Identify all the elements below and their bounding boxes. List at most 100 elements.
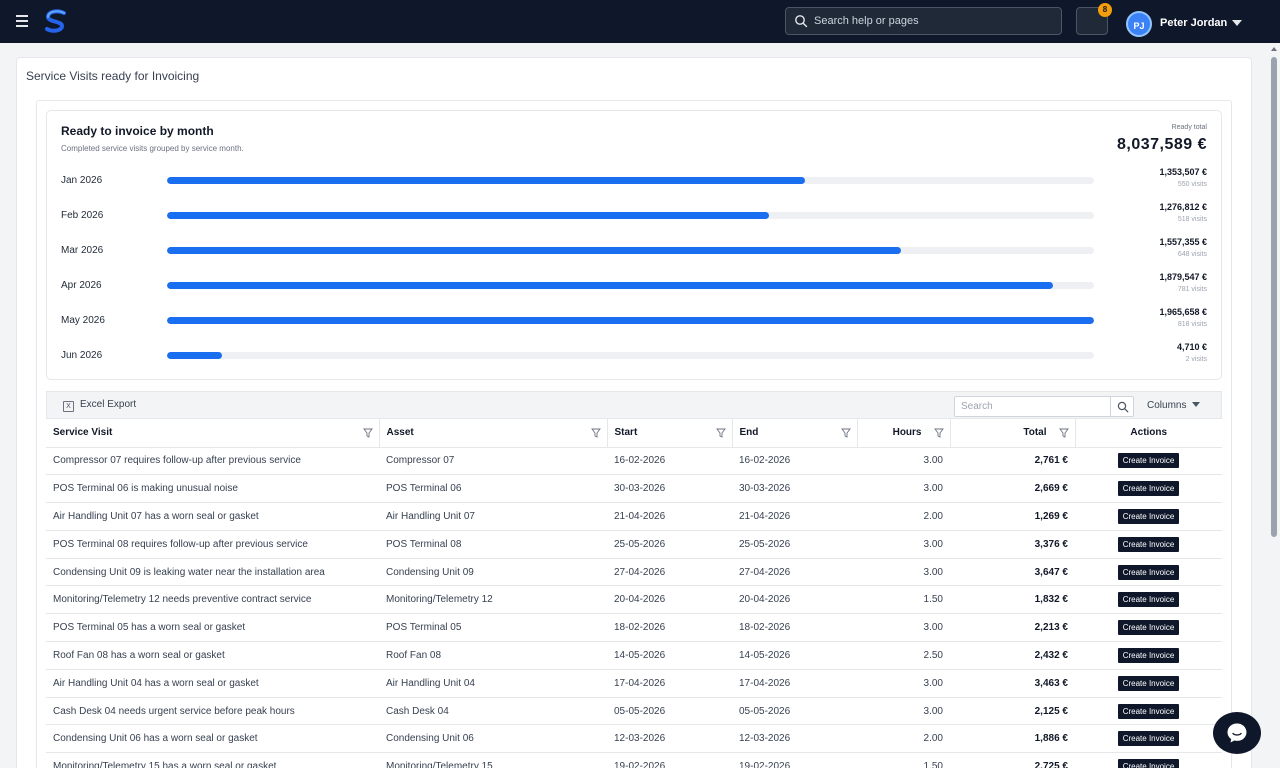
- columns-label: Columns: [1147, 400, 1187, 411]
- cell-total: 2,125 €: [950, 697, 1075, 726]
- cell-start: 27-04-2026: [607, 558, 732, 587]
- bar-visits-label: 648 visits: [1177, 251, 1207, 258]
- bar-row: Jun 2026 4,710 € 2 visits: [61, 342, 1207, 379]
- create-invoice-button[interactable]: Create Invoice: [1117, 453, 1180, 469]
- filter-icon[interactable]: [715, 428, 726, 438]
- chart-title: Ready to invoice by month: [61, 124, 214, 138]
- cell-actions: Create Invoice: [1075, 447, 1222, 476]
- cell-start: 12-03-2026: [607, 724, 732, 754]
- cell-start: 30-03-2026: [607, 474, 732, 504]
- header-start[interactable]: Start: [607, 419, 733, 448]
- bar-track: [167, 212, 1094, 219]
- cell-total: 2,669 €: [950, 474, 1075, 504]
- chevron-down-icon: [1192, 402, 1201, 407]
- bar-month-label: May 2026: [61, 315, 105, 326]
- grid-search-input[interactable]: [954, 396, 1111, 417]
- columns-dropdown[interactable]: Columns: [1147, 400, 1201, 411]
- create-invoice-button[interactable]: Create Invoice: [1117, 620, 1180, 636]
- cell-asset: Cash Desk 04: [379, 697, 607, 726]
- create-invoice-button[interactable]: Create Invoice: [1117, 759, 1180, 768]
- cell-hours: 3.00: [857, 447, 950, 476]
- table-row[interactable]: Condensing Unit 06 has a worn seal or ga…: [46, 724, 1222, 754]
- table-row[interactable]: Cash Desk 04 needs urgent service before…: [46, 697, 1222, 726]
- bar-row: Mar 2026 1,557,355 € 648 visits: [61, 237, 1207, 274]
- bar-row: Jan 2026 1,353,507 € 550 visits: [61, 167, 1207, 204]
- cell-actions: Create Invoice: [1075, 752, 1222, 768]
- filter-icon[interactable]: [362, 428, 373, 438]
- filter-icon[interactable]: [590, 428, 601, 438]
- header-hours[interactable]: Hours: [857, 419, 951, 448]
- cell-asset: Monitoring/Telemetry 12: [379, 585, 607, 615]
- app-logo-icon[interactable]: [44, 9, 68, 35]
- header-end[interactable]: End: [732, 419, 858, 448]
- scroll-up-arrow-icon[interactable]: [1271, 47, 1277, 51]
- chart-subtitle: Completed service visits grouped by serv…: [61, 144, 244, 153]
- table-row[interactable]: POS Terminal 08 requires follow-up after…: [46, 530, 1222, 559]
- table-row[interactable]: Compressor 07 requires follow-up after p…: [46, 447, 1222, 476]
- user-avatar[interactable]: PJ: [1126, 11, 1152, 37]
- create-invoice-button[interactable]: Create Invoice: [1117, 703, 1180, 719]
- bar-track: [167, 352, 1094, 359]
- cell-hours: 3.00: [857, 669, 950, 698]
- cell-hours: 3.00: [857, 613, 950, 643]
- page-scrollbar[interactable]: [1268, 43, 1280, 768]
- grid-search-button[interactable]: [1110, 396, 1134, 417]
- cell-hours: 1.50: [857, 585, 950, 615]
- global-search[interactable]: [785, 7, 1062, 35]
- cell-total: 1,832 €: [950, 585, 1075, 615]
- header-asset[interactable]: Asset: [379, 419, 608, 448]
- create-invoice-button[interactable]: Create Invoice: [1117, 508, 1180, 524]
- cell-hours: 3.00: [857, 474, 950, 504]
- create-invoice-button[interactable]: Create Invoice: [1117, 536, 1180, 552]
- ready-total-value: 8,037,589 €: [1116, 136, 1207, 153]
- cell-hours: 2.00: [857, 724, 950, 754]
- filter-icon[interactable]: [1058, 428, 1069, 438]
- header-service-visit[interactable]: Service Visit: [46, 419, 380, 448]
- cell-start: 14-05-2026: [607, 641, 732, 670]
- cell-service-visit: POS Terminal 06 is making unusual noise: [46, 474, 379, 504]
- create-invoice-button[interactable]: Create Invoice: [1117, 731, 1180, 747]
- bar-value-label: 1,557,355 €: [1159, 237, 1207, 247]
- table-row[interactable]: Monitoring/Telemetry 12 needs preventive…: [46, 585, 1222, 615]
- hamburger-menu-icon[interactable]: [12, 12, 32, 30]
- cell-hours: 1.50: [857, 752, 950, 768]
- table-row[interactable]: POS Terminal 06 is making unusual noise P…: [46, 474, 1222, 504]
- bar-value-label: 1,965,658 €: [1159, 307, 1207, 317]
- cell-total: 1,886 €: [950, 724, 1075, 754]
- filter-icon[interactable]: [933, 428, 944, 438]
- table-row[interactable]: Monitoring/Telemetry 15 has a worn seal …: [46, 752, 1222, 768]
- table-row[interactable]: Roof Fan 08 has a worn seal or gasket Roo…: [46, 641, 1222, 670]
- bar-month-label: Jun 2026: [61, 350, 103, 361]
- bar-track: [167, 282, 1094, 289]
- create-invoice-button[interactable]: Create Invoice: [1117, 481, 1180, 497]
- user-menu-chevron-down-icon[interactable]: [1232, 20, 1242, 26]
- cell-asset: Air Handling Unit 04: [379, 669, 607, 698]
- header-total[interactable]: Total: [950, 419, 1076, 448]
- cell-total: 1,269 €: [950, 502, 1075, 531]
- table-row[interactable]: Condensing Unit 09 is leaking water near…: [46, 558, 1222, 587]
- create-invoice-button[interactable]: Create Invoice: [1117, 647, 1180, 663]
- cell-end: 16-02-2026: [732, 447, 857, 476]
- bar-visits-label: 518 visits: [1177, 216, 1207, 223]
- cell-end: 20-04-2026: [732, 585, 857, 615]
- create-invoice-button[interactable]: Create Invoice: [1117, 564, 1180, 580]
- scroll-thumb[interactable]: [1271, 57, 1277, 537]
- filter-icon[interactable]: [840, 428, 851, 438]
- chat-support-button[interactable]: [1213, 712, 1261, 754]
- user-name[interactable]: Peter Jordan: [1160, 17, 1227, 29]
- excel-export-button[interactable]: X Excel Export: [63, 399, 136, 412]
- table-row[interactable]: Air Handling Unit 04 has a worn seal or …: [46, 669, 1222, 698]
- cell-total: 3,376 €: [950, 530, 1075, 559]
- global-search-input[interactable]: [814, 12, 1054, 30]
- create-invoice-button[interactable]: Create Invoice: [1117, 675, 1180, 691]
- cell-asset: POS Terminal 05: [379, 613, 607, 643]
- create-invoice-button[interactable]: Create Invoice: [1117, 592, 1180, 608]
- service-visits-table: Service Visit Asset Start End Hours Tota…: [46, 419, 1222, 768]
- cell-start: 25-05-2026: [607, 530, 732, 559]
- cell-end: 19-02-2026: [732, 752, 857, 768]
- table-row[interactable]: POS Terminal 05 has a worn seal or gaske…: [46, 613, 1222, 643]
- cell-service-visit: Roof Fan 08 has a worn seal or gasket: [46, 641, 379, 670]
- bar-fill: [167, 352, 222, 359]
- table-row[interactable]: Air Handling Unit 07 has a worn seal or …: [46, 502, 1222, 531]
- cell-start: 16-02-2026: [607, 447, 732, 476]
